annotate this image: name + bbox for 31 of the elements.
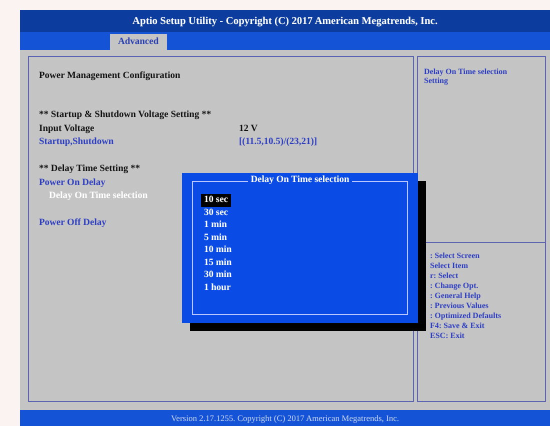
page-title: Power Management Configuration	[39, 71, 182, 81]
help-text: Delay On Time selection Setting	[424, 67, 508, 85]
tab[interactable]: Advanced	[110, 34, 167, 50]
option-item[interactable]: 30 min	[201, 269, 235, 282]
key-hint: : Select Screen	[430, 251, 481, 260]
key-hint: : Optimized Defaults	[430, 311, 502, 320]
option-item[interactable]: 10 min	[201, 244, 235, 256]
key-hint: Select Item	[430, 261, 469, 270]
option-item[interactable]: 30 sec	[201, 206, 232, 219]
key-hint: ESC: Exit	[430, 331, 466, 340]
key-hint: r: Select	[430, 271, 460, 280]
section-heading: ** Delay Time Setting **	[39, 164, 140, 174]
option-item[interactable]: 10 sec	[201, 194, 232, 206]
key-hint: F4: Save & Exit	[430, 321, 486, 330]
option-item[interactable]: 1 hour	[201, 282, 234, 294]
popup-title: Delay On Time selection	[248, 175, 352, 185]
option-item[interactable]: 5 min	[201, 232, 230, 244]
setting-value[interactable]: [(11.5,10.5)/(23,21)]	[239, 137, 318, 148]
setting-value: 12 V	[239, 124, 258, 134]
window-title: Aptio Setup Utility - Copyright (C) 2017 American Megatrends, Inc.	[20, 10, 550, 32]
setting-item[interactable]: Startup,Shutdown	[39, 137, 114, 148]
setting-item[interactable]: Power Off Delay	[39, 218, 106, 228]
option-item[interactable]: 1 min	[201, 219, 230, 232]
key-hint: : Previous Values	[430, 301, 490, 310]
key-hint: : General Help	[430, 291, 482, 300]
section-heading: ** Startup & Shutdown Voltage Setting **	[39, 110, 212, 120]
option-item[interactable]: 15 min	[201, 256, 235, 269]
setting-item[interactable]: Power On Delay	[39, 178, 106, 188]
key-hint: : Change Opt.	[430, 281, 480, 290]
setting-label: Input Voltage	[39, 124, 94, 134]
status-bar: Version 2.17.1255. Copyright (C) 2017 American Megatrends, Inc.	[20, 410, 550, 426]
